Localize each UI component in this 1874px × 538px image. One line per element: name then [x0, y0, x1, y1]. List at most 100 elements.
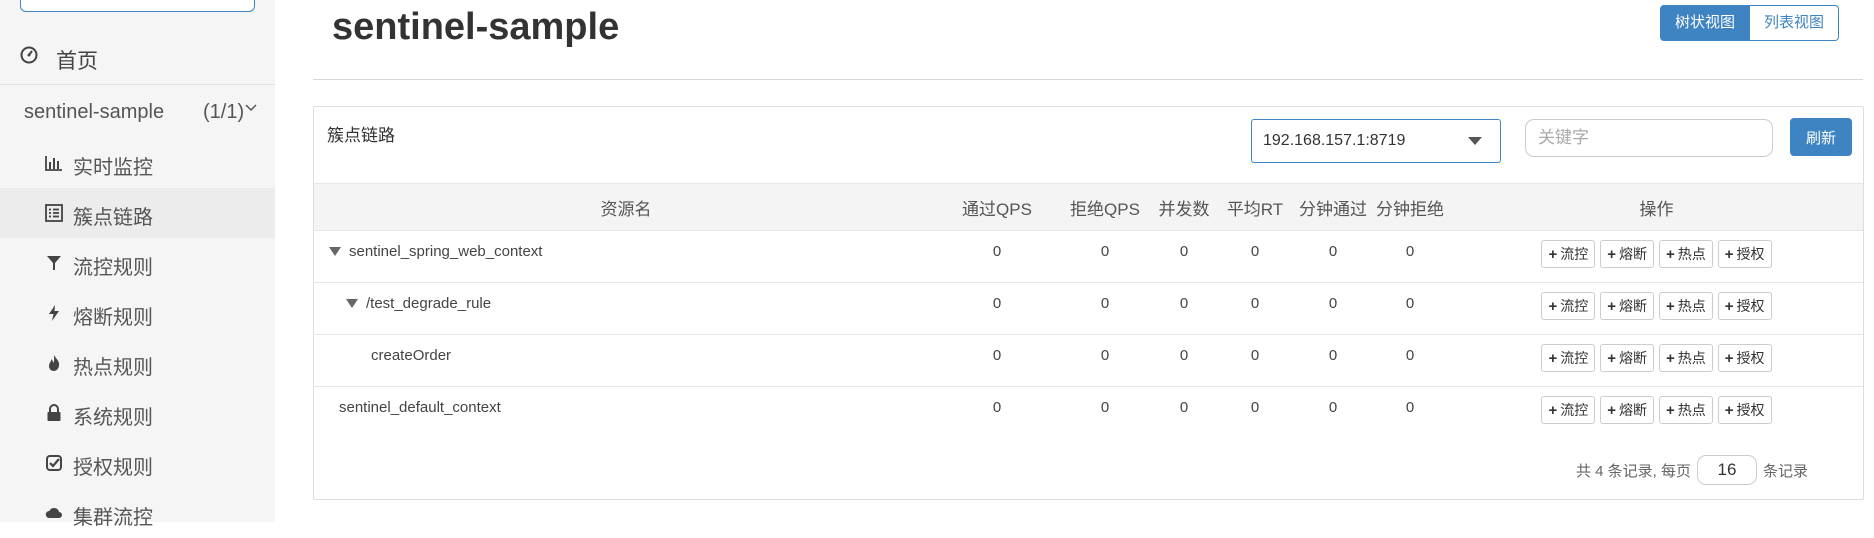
- tree-view-button[interactable]: 树状视图: [1660, 5, 1751, 41]
- sidebar-item-label: 流控规则: [73, 257, 153, 279]
- sidebar-item-degrade-rules[interactable]: 熔断规则: [0, 288, 275, 338]
- expand-toggle-icon[interactable]: [346, 298, 358, 308]
- action-label: 热点: [1677, 402, 1706, 418]
- panel-title: 簇点链路: [327, 126, 395, 145]
- sidebar-item-label: 实时监控: [73, 157, 153, 179]
- column-header: 并发数: [1154, 183, 1214, 231]
- cloud-icon: [45, 507, 62, 518]
- caret-down-icon: [1468, 137, 1482, 145]
- table-row: createOrder 0 0 0 0 0 0 + 流控 + 熔断 + 热点 + 授权: [314, 334, 1863, 387]
- plus-icon: +: [1666, 349, 1675, 367]
- action-label: 热点: [1677, 350, 1706, 366]
- list-icon: [45, 204, 63, 222]
- resource-name: /test_degrade_rule: [366, 295, 492, 312]
- add-degrade-rule-button[interactable]: + 熔断: [1600, 344, 1654, 372]
- add-authority-rule-button[interactable]: + 授权: [1717, 344, 1772, 372]
- sidebar-item-realtime-monitor[interactable]: 实时监控: [0, 138, 275, 188]
- plus-icon: +: [1724, 297, 1734, 315]
- sidebar-item-cluster-flow[interactable]: 集群流控: [0, 488, 275, 538]
- add-hotspot-rule-button[interactable]: + 热点: [1659, 240, 1713, 268]
- sidebar-search-input[interactable]: [20, 0, 192, 12]
- resource-name-cell: sentinel_default_context: [314, 387, 938, 439]
- add-authority-rule-button[interactable]: + 授权: [1717, 292, 1772, 320]
- action-label: 授权: [1736, 246, 1765, 262]
- metric-cell: 0: [1100, 399, 1110, 416]
- action-label: 热点: [1677, 298, 1706, 314]
- metric-cell: 0: [1214, 282, 1296, 335]
- action-label: 熔断: [1619, 350, 1647, 366]
- check-square-icon: [46, 455, 62, 471]
- column-header: 通过QPS: [938, 183, 1056, 231]
- sidebar-app-header[interactable]: sentinel-sample (1/1): [0, 86, 275, 138]
- action-label: 流控: [1560, 402, 1589, 418]
- resource-name: sentinel_default_context: [339, 399, 501, 416]
- action-label: 熔断: [1619, 246, 1647, 262]
- refresh-button[interactable]: 刷新: [1790, 118, 1852, 156]
- plus-icon: +: [1607, 349, 1616, 367]
- plus-icon: +: [1724, 349, 1734, 367]
- column-header: 拒绝QPS: [1056, 183, 1154, 231]
- action-label: 授权: [1736, 402, 1765, 418]
- sidebar-item-system-rules[interactable]: 系统规则: [0, 388, 275, 438]
- sidebar-item-authority-rules[interactable]: 授权规则: [0, 438, 275, 488]
- action-label: 授权: [1736, 298, 1765, 314]
- metric-cell: 0: [938, 230, 1056, 283]
- plus-icon: +: [1548, 245, 1558, 263]
- column-header: 平均RT: [1214, 183, 1296, 231]
- add-hotspot-rule-button[interactable]: + 热点: [1659, 396, 1713, 424]
- filter-icon: [47, 256, 61, 270]
- resource-name-cell: /test_degrade_rule: [314, 282, 938, 335]
- column-header: 资源名: [314, 183, 938, 231]
- metric-cell: 0: [1296, 230, 1370, 283]
- machine-select[interactable]: 192.168.157.1:8719: [1251, 119, 1501, 163]
- add-degrade-rule-button[interactable]: + 熔断: [1600, 396, 1654, 424]
- fire-icon: [49, 355, 60, 371]
- divider: [313, 79, 1863, 80]
- action-label: 授权: [1736, 350, 1765, 366]
- pager-prefix: 共 4 条记录, 每页: [1576, 462, 1692, 480]
- plus-icon: +: [1548, 401, 1558, 419]
- resource-tree-table: 资源名 通过QPS 拒绝QPS 并发数 平均RT 分钟通过 分钟拒绝 操作 se…: [314, 183, 1863, 439]
- page-size-input[interactable]: [1697, 455, 1758, 485]
- add-degrade-rule-button[interactable]: + 熔断: [1600, 292, 1654, 320]
- list-view-button[interactable]: 列表视图: [1750, 5, 1840, 41]
- add-authority-rule-button[interactable]: + 授权: [1717, 396, 1772, 424]
- action-label: 熔断: [1619, 298, 1647, 314]
- table-row: /test_degrade_rule 0 0 0 0 0 0 + 流控 + 熔断 + 热点 + 授权: [314, 282, 1863, 335]
- add-degrade-rule-button[interactable]: + 熔断: [1600, 240, 1654, 268]
- lock-icon: [47, 404, 61, 421]
- keyword-search-input[interactable]: [1525, 119, 1773, 157]
- metric-cell: 0: [1154, 282, 1214, 335]
- add-hotspot-rule-button[interactable]: + 热点: [1659, 292, 1713, 320]
- add-flow-rule-button[interactable]: + 流控: [1541, 344, 1596, 372]
- action-label: 流控: [1560, 246, 1589, 262]
- add-flow-rule-button[interactable]: + 流控: [1541, 396, 1596, 424]
- plus-icon: +: [1548, 349, 1558, 367]
- metric-cell: 0: [992, 399, 1002, 416]
- sidebar-item-flow-rules[interactable]: 流控规则: [0, 238, 275, 288]
- sidebar-item-label: 集群流控: [73, 507, 153, 529]
- dashboard-icon: [20, 46, 38, 64]
- action-label: 熔断: [1619, 402, 1647, 418]
- table-row: sentinel_spring_web_context 0 0 0 0 0 0 + 流控 + 熔断 +…: [314, 230, 1863, 283]
- sidebar-item-cluster-link[interactable]: 簇点链路: [0, 188, 275, 238]
- metric-cell: 0: [1328, 399, 1338, 416]
- column-header: 分钟拒绝: [1370, 183, 1450, 231]
- plus-icon: +: [1724, 401, 1734, 419]
- metric-cell: 0: [1056, 282, 1154, 335]
- sidebar-item-home[interactable]: 首页: [0, 34, 275, 85]
- add-flow-rule-button[interactable]: + 流控: [1541, 292, 1596, 320]
- sidebar-item-hotspot-rules[interactable]: 热点规则: [0, 338, 275, 388]
- action-label: 流控: [1560, 298, 1589, 314]
- add-flow-rule-button[interactable]: + 流控: [1541, 240, 1596, 268]
- table-row: sentinel_default_context 0 0 0 0 0 0 + 流控 + 熔断 + 热点 +…: [314, 387, 1863, 439]
- plus-icon: +: [1666, 297, 1675, 315]
- add-hotspot-rule-button[interactable]: + 热点: [1659, 344, 1713, 372]
- add-authority-rule-button[interactable]: + 授权: [1717, 240, 1772, 268]
- expand-toggle-icon[interactable]: [329, 246, 341, 256]
- view-toggle: 树状视图 列表视图: [1660, 5, 1840, 41]
- sidebar-search-button[interactable]: [190, 0, 255, 12]
- metric-cell: 0: [1296, 334, 1370, 387]
- column-header: 操作: [1450, 183, 1863, 231]
- plus-icon: +: [1666, 401, 1675, 419]
